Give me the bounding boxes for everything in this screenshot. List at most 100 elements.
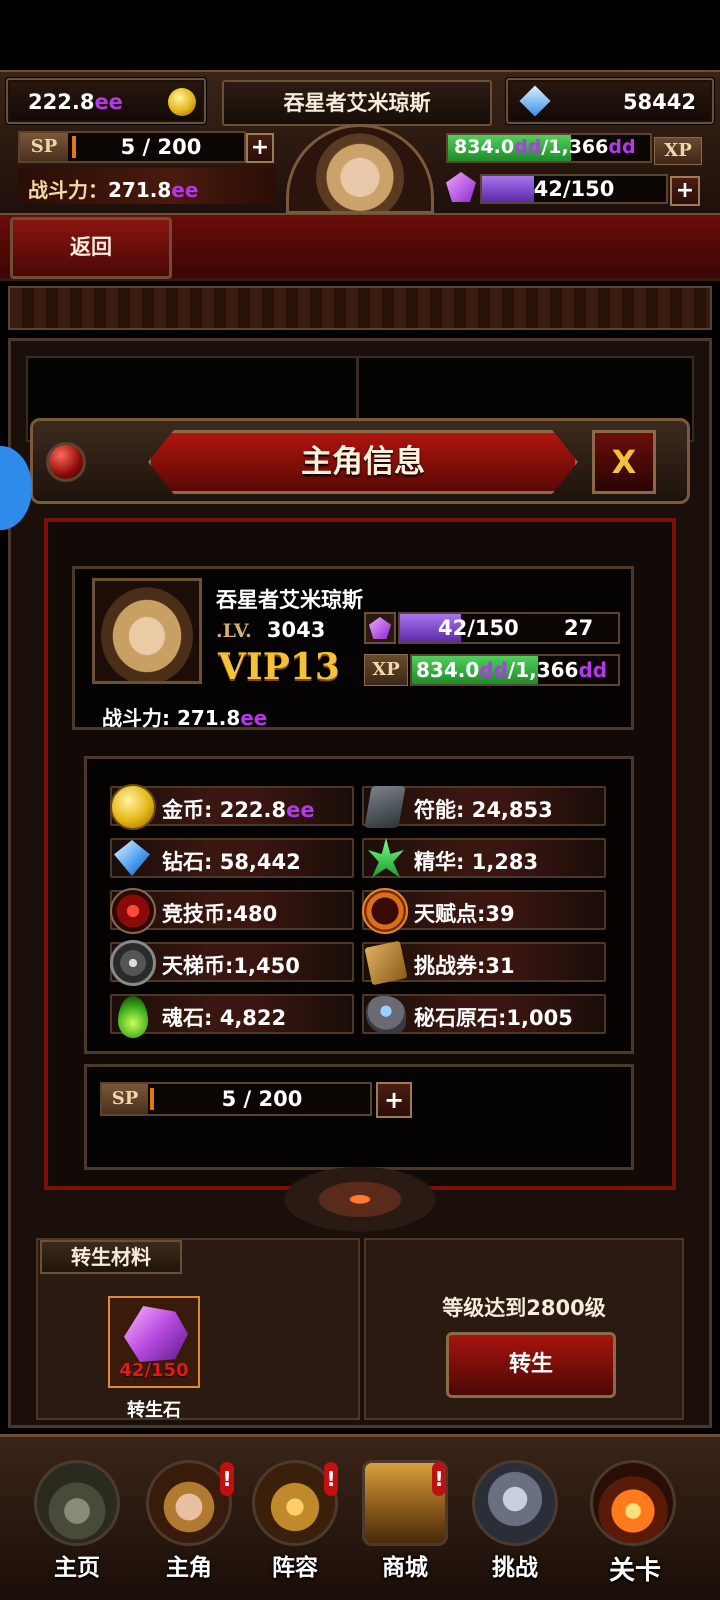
nav-label-lineup: 阵容 xyxy=(272,1555,318,1581)
profile-power-label: 战斗力: xyxy=(102,706,177,730)
soul-stone-icon xyxy=(118,996,148,1038)
resource-essence-label: 精华: 1,283 xyxy=(414,850,539,874)
challenge-ticket-icon xyxy=(364,940,408,986)
vip-badge: VIP13 xyxy=(218,646,340,688)
rebirth-button[interactable]: 转生 xyxy=(446,1332,616,1398)
profile-xp-label: XP xyxy=(364,654,408,686)
resource-diamond-label: 钻石: 58,442 xyxy=(162,850,301,874)
top-power: 战斗力：271.8ee xyxy=(18,168,276,204)
rune-icon xyxy=(364,786,406,828)
xp-max: /1,366 xyxy=(541,136,609,158)
talent-icon xyxy=(362,888,408,934)
power-suffix: ee xyxy=(171,178,199,202)
gold-coin-icon xyxy=(110,784,156,830)
xp-current-suffix: dd xyxy=(514,136,542,158)
profile-xp-bar: 834.0dd/1,366dd xyxy=(410,654,620,686)
nav-tab-lineup[interactable]: ! 阵容 xyxy=(246,1448,344,1588)
profile-power-suffix: ee xyxy=(240,706,268,730)
level-label: .LV. xyxy=(216,620,252,642)
nav-tab-shop[interactable]: ! 商城 xyxy=(356,1448,454,1588)
profile-xp-current: 834.0 xyxy=(416,658,480,682)
ladder-coin-icon xyxy=(110,940,156,986)
profile-name: 吞星者艾米琼斯 xyxy=(216,588,363,612)
profile-gem-value: 42/150 xyxy=(438,616,519,640)
close-icon: X xyxy=(611,443,637,481)
home-castle-icon xyxy=(34,1460,120,1546)
profile-gem-bar: 42/150 27 xyxy=(398,612,620,644)
rebirth-button-label: 转生 xyxy=(508,1352,553,1377)
profile-xp-max-suffix: dd xyxy=(578,658,608,682)
close-button[interactable]: X xyxy=(592,430,656,494)
sp-add-button[interactable]: + xyxy=(246,133,274,163)
gold-counter: 222.8ee xyxy=(6,78,206,124)
gem-add-button[interactable]: + xyxy=(670,176,700,206)
gold-suffix: ee xyxy=(94,90,123,114)
resource-rune-label: 符能: 24,853 xyxy=(414,798,553,822)
xp-label: XP xyxy=(654,137,702,165)
resource-gold: 金币: 222.8ee xyxy=(110,784,354,830)
top-xp-bar: 834.0dd/1,366dd xyxy=(446,133,652,163)
resource-gold-label: 金币: 222.8 xyxy=(162,798,287,822)
dialog-sp-value: 5 / 200 xyxy=(221,1087,303,1111)
stage-flame-icon xyxy=(590,1460,676,1546)
profile-gem-extra: 27 xyxy=(564,616,594,640)
nav-label-hero: 主角 xyxy=(166,1555,212,1581)
hero-avatar[interactable] xyxy=(92,578,202,684)
rebirth-stone-slot[interactable]: 42/150 xyxy=(108,1296,200,1388)
resource-soul-label: 魂石: 4,822 xyxy=(162,1006,287,1030)
dialog-sp-label: SP xyxy=(102,1084,148,1114)
nav-badge-hero: ! xyxy=(220,1462,234,1496)
dialog-sp-bar: SP 5 / 200 xyxy=(100,1082,372,1116)
xp-max-suffix: dd xyxy=(608,136,636,158)
diamond-icon xyxy=(114,840,150,876)
secret-ore-icon xyxy=(366,996,406,1034)
top-sp-bar: SP 5 / 200 xyxy=(18,131,246,163)
resource-ore-label: 秘石原石:1,005 xyxy=(414,1006,573,1030)
resource-ticket-label: 挑战券:31 xyxy=(414,954,515,978)
diamond-value: 58442 xyxy=(622,90,696,114)
gem-crystal-icon xyxy=(369,617,391,639)
profile-power: 战斗力: 271.8ee xyxy=(102,702,267,731)
back-button[interactable]: 返回 xyxy=(10,217,172,279)
power-label: 战斗力： xyxy=(28,178,108,202)
demon-ornament xyxy=(250,1152,470,1238)
rebirth-section-title: 转生材料 xyxy=(40,1240,182,1274)
nav-tab-challenge[interactable]: 挑战 xyxy=(466,1448,564,1588)
resource-ladder-label: 天梯币:1,450 xyxy=(162,954,300,978)
diamond-counter: 58442 xyxy=(506,78,714,124)
resource-diamond: 钻石: 58,442 xyxy=(110,838,354,878)
rebirth-requirement: 等级达到2800级 xyxy=(442,1296,606,1320)
nav-tab-stage[interactable]: 关卡 xyxy=(580,1448,690,1588)
gold-value: 222.8 xyxy=(28,90,95,114)
resource-rune: 符能: 24,853 xyxy=(362,786,606,828)
resource-ladder-coin: 天梯币:1,450 xyxy=(110,940,354,986)
ornament-strip xyxy=(8,286,712,330)
top-gem-bar: 42/150 xyxy=(480,174,668,204)
arena-coin-icon xyxy=(110,888,156,934)
resource-challenge-ticket: 挑战券:31 xyxy=(362,940,606,986)
resource-secret-ore: 秘石原石:1,005 xyxy=(362,994,606,1034)
resource-arena-coin: 竞技币:480 xyxy=(110,888,354,934)
profile-gem-icon xyxy=(364,612,396,644)
sp-label: SP xyxy=(20,133,68,161)
nav-tab-hero[interactable]: ! 主角 xyxy=(140,1448,238,1588)
level-row: .LV. 3043 xyxy=(216,618,325,642)
power-value: 271.8 xyxy=(108,178,172,202)
nav-badge-lineup: ! xyxy=(324,1462,338,1496)
resource-essence: 精华: 1,283 xyxy=(362,838,606,878)
dialog-sp-add-button[interactable]: + xyxy=(376,1082,412,1118)
nav-label-home: 主页 xyxy=(54,1555,100,1581)
nav-label-shop: 商城 xyxy=(382,1555,428,1581)
back-button-label: 返回 xyxy=(70,235,112,259)
profile-power-value: 271.8 xyxy=(176,706,241,730)
resource-talent-label: 天赋点:39 xyxy=(414,902,515,926)
resource-gold-suffix: ee xyxy=(286,798,315,822)
level-value: 3043 xyxy=(266,618,326,642)
challenge-axes-icon xyxy=(472,1460,558,1546)
profile-xp-max: /1,366 xyxy=(507,658,579,682)
sp-value: 5 / 200 xyxy=(120,135,202,159)
rebirth-stone-icon xyxy=(124,1306,188,1362)
nav-tab-home[interactable]: 主页 xyxy=(28,1448,126,1588)
red-orb-icon xyxy=(46,442,86,482)
diamond-icon xyxy=(519,85,551,117)
